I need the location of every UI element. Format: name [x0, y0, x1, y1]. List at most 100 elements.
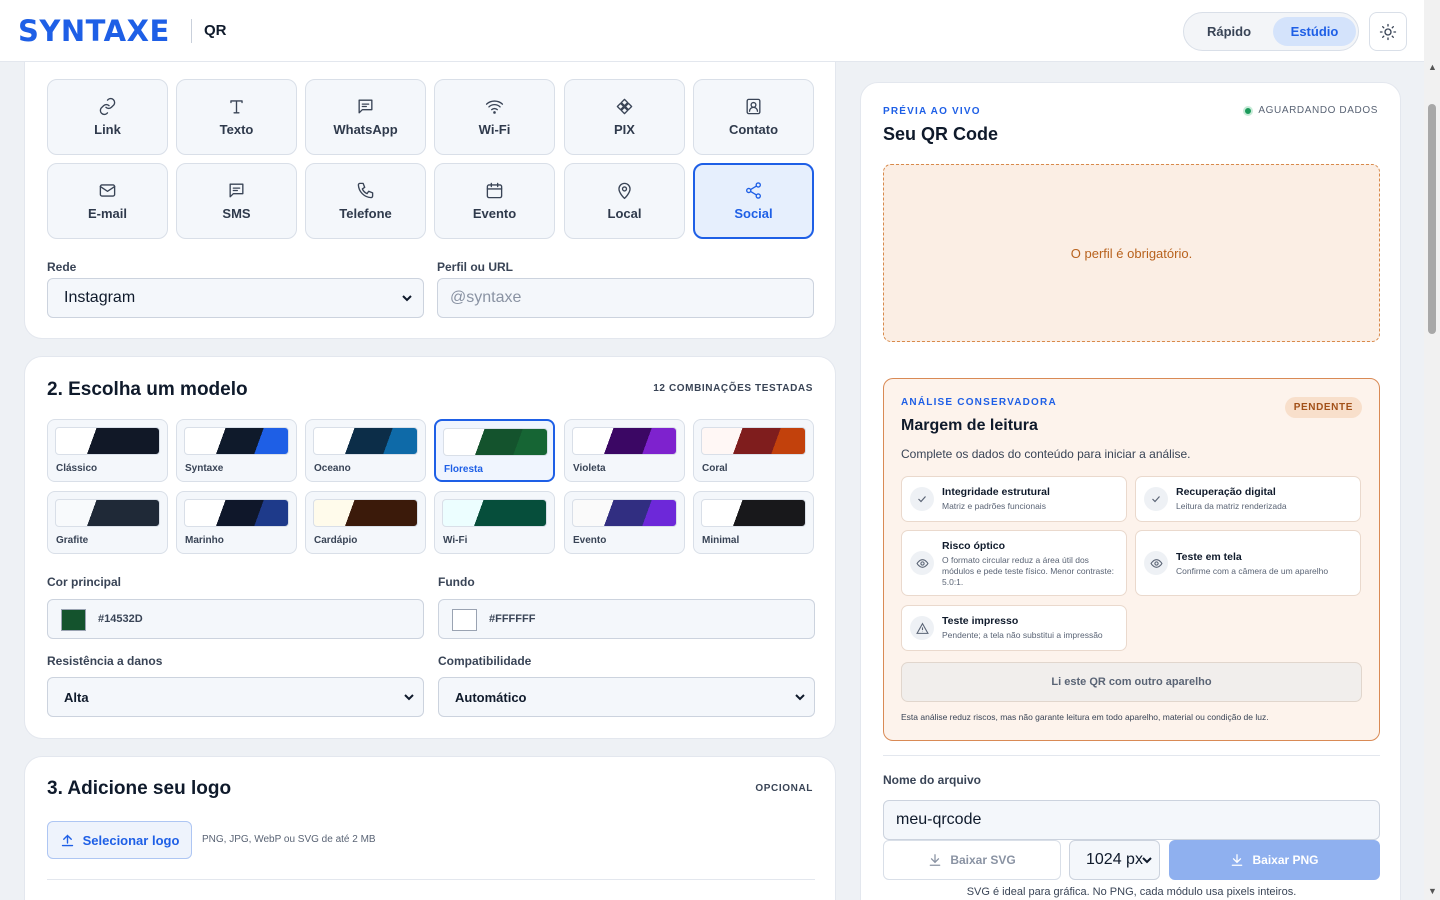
profile-placeholder: @syntaxe	[450, 289, 522, 306]
analysis-kicker: ANÁLISE CONSERVADORA	[901, 397, 1057, 408]
template-coral[interactable]: Coral	[693, 419, 814, 482]
brand-logo[interactable]: SYNTAXE	[18, 14, 170, 48]
analysis-footnote: Esta análise reduz riscos, mas não garan…	[901, 712, 1269, 722]
chevron-down-icon	[404, 694, 414, 701]
link-icon	[99, 97, 116, 116]
confirm-read-button[interactable]: Li este QR com outro aparelho	[901, 662, 1362, 702]
template-swatch	[184, 499, 289, 527]
sun-icon	[1379, 23, 1397, 40]
template-name: Coral	[702, 463, 728, 474]
check-card: Teste impresso Pendente; a tela não subs…	[901, 605, 1127, 651]
template-evento[interactable]: Evento	[564, 491, 685, 554]
template-cardapio[interactable]: Cardápio	[305, 491, 426, 554]
main-color-swatch[interactable]	[61, 609, 86, 631]
type-label: Texto	[219, 122, 254, 137]
type-label: Social	[734, 206, 773, 221]
download-svg-label: Baixar SVG	[950, 853, 1016, 867]
type-link[interactable]: Link	[47, 79, 168, 155]
bg-color-swatch[interactable]	[452, 609, 477, 631]
scroll-up-arrow-icon[interactable]: ▲	[1428, 62, 1437, 72]
check-card: Risco óptico O formato circular reduz a …	[901, 530, 1127, 596]
template-syntaxe[interactable]: Syntaxe	[176, 419, 297, 482]
mode-rapido-button[interactable]: Rápido	[1190, 17, 1268, 46]
main-color-label: Cor principal	[47, 575, 122, 589]
compat-select[interactable]: Automático	[438, 677, 815, 717]
check-icon	[910, 487, 934, 511]
product-name: QR	[204, 22, 227, 39]
template-name: Grafite	[56, 535, 89, 546]
check-icon	[1144, 487, 1168, 511]
profile-input[interactable]: @syntaxe	[437, 278, 814, 318]
sms-icon	[229, 183, 244, 198]
network-select[interactable]: Instagram	[47, 278, 424, 318]
template-classico[interactable]: Clássico	[47, 419, 168, 482]
scrollbar-thumb[interactable]	[1428, 104, 1436, 334]
template-wi-fi[interactable]: Wi-Fi	[434, 491, 555, 554]
mode-estudio-button[interactable]: Estúdio	[1273, 17, 1356, 46]
type-text[interactable]: Texto	[176, 79, 297, 155]
bg-color-field[interactable]: #FFFFFF	[438, 599, 815, 639]
export-size-value: 1024 px	[1086, 851, 1143, 868]
check-title: Risco óptico	[942, 540, 1006, 552]
template-swatch	[55, 427, 160, 455]
bg-color-label: Fundo	[438, 575, 475, 589]
template-name: Syntaxe	[185, 463, 224, 474]
check-card: Integridade estrutural Matriz e padrões …	[901, 476, 1127, 522]
type-label: Evento	[472, 206, 517, 221]
type-location[interactable]: Local	[564, 163, 685, 239]
template-count: 12 COMBINAÇÕES TESTADAS	[653, 383, 813, 394]
check-desc: O formato circular reduz a área útil dos…	[942, 555, 1114, 587]
brand-divider	[191, 19, 192, 43]
check-title: Teste em tela	[1176, 551, 1242, 563]
network-label: Rede	[47, 260, 77, 274]
wifi-icon	[485, 100, 504, 114]
type-email[interactable]: E-mail	[47, 163, 168, 239]
type-contact[interactable]: Contato	[693, 79, 814, 155]
filename-label: Nome do arquivo	[883, 773, 982, 787]
template-oceano[interactable]: Oceano	[305, 419, 426, 482]
type-phone[interactable]: Telefone	[305, 163, 426, 239]
download-png-button[interactable]: Baixar PNG	[1169, 840, 1380, 880]
export-size-select[interactable]: 1024 px	[1069, 840, 1160, 880]
type-label: E-mail	[87, 206, 127, 221]
download-icon	[930, 854, 941, 866]
template-grafite[interactable]: Grafite	[47, 491, 168, 554]
select-logo-button[interactable]: Selecionar logo	[47, 821, 192, 859]
main-color-field[interactable]: #14532D	[47, 599, 424, 639]
type-wifi[interactable]: Wi-Fi	[434, 79, 555, 155]
type-sms[interactable]: SMS	[176, 163, 297, 239]
template-swatch	[313, 427, 418, 455]
mode-toggle: Rápido Estúdio	[1183, 12, 1359, 51]
theme-toggle-button[interactable]	[1369, 12, 1407, 51]
check-card: Teste em tela Confirme com a câmera de u…	[1135, 530, 1361, 596]
text-icon	[230, 100, 243, 114]
type-social[interactable]: Social	[693, 163, 814, 239]
template-swatch	[701, 427, 806, 455]
page-scrollbar[interactable]: ▲ ▼	[1424, 0, 1440, 900]
filename-input[interactable]: meu-qrcode	[883, 800, 1380, 840]
type-label: Local	[607, 206, 642, 221]
download-png-label: Baixar PNG	[1252, 853, 1319, 867]
template-name: Cardápio	[314, 535, 358, 546]
template-marinho[interactable]: Marinho	[176, 491, 297, 554]
logo-upload-hint: PNG, JPG, WebP ou SVG de até 2 MB	[202, 834, 376, 845]
damage-select[interactable]: Alta	[47, 677, 424, 717]
template-violeta[interactable]: Violeta	[564, 419, 685, 482]
qr-preview-area: O perfil é obrigatório.	[883, 164, 1380, 342]
preview-panel: PRÉVIA AO VIVO AGUARDANDO DADOS Seu QR C…	[860, 82, 1401, 900]
divider	[47, 879, 815, 880]
template-floresta[interactable]: Floresta	[434, 419, 555, 482]
analysis-description: Complete os dados do conteúdo para inici…	[901, 447, 1191, 461]
logo-card: 3. Adicione seu logo OPCIONAL Selecionar…	[24, 756, 836, 900]
preview-kicker: PRÉVIA AO VIVO	[883, 106, 981, 117]
scroll-down-arrow-icon[interactable]: ▼	[1428, 886, 1437, 896]
type-pix[interactable]: PIX	[564, 79, 685, 155]
template-minimal[interactable]: Minimal	[693, 491, 814, 554]
template-swatch	[55, 499, 160, 527]
logo-optional-tag: OPCIONAL	[755, 783, 813, 794]
analysis-panel: ANÁLISE CONSERVADORA PENDENTE Margem de …	[883, 378, 1380, 741]
download-svg-button[interactable]: Baixar SVG	[883, 840, 1061, 880]
type-event[interactable]: Evento	[434, 163, 555, 239]
chevron-down-icon	[1142, 857, 1152, 864]
type-whatsapp[interactable]: WhatsApp	[305, 79, 426, 155]
